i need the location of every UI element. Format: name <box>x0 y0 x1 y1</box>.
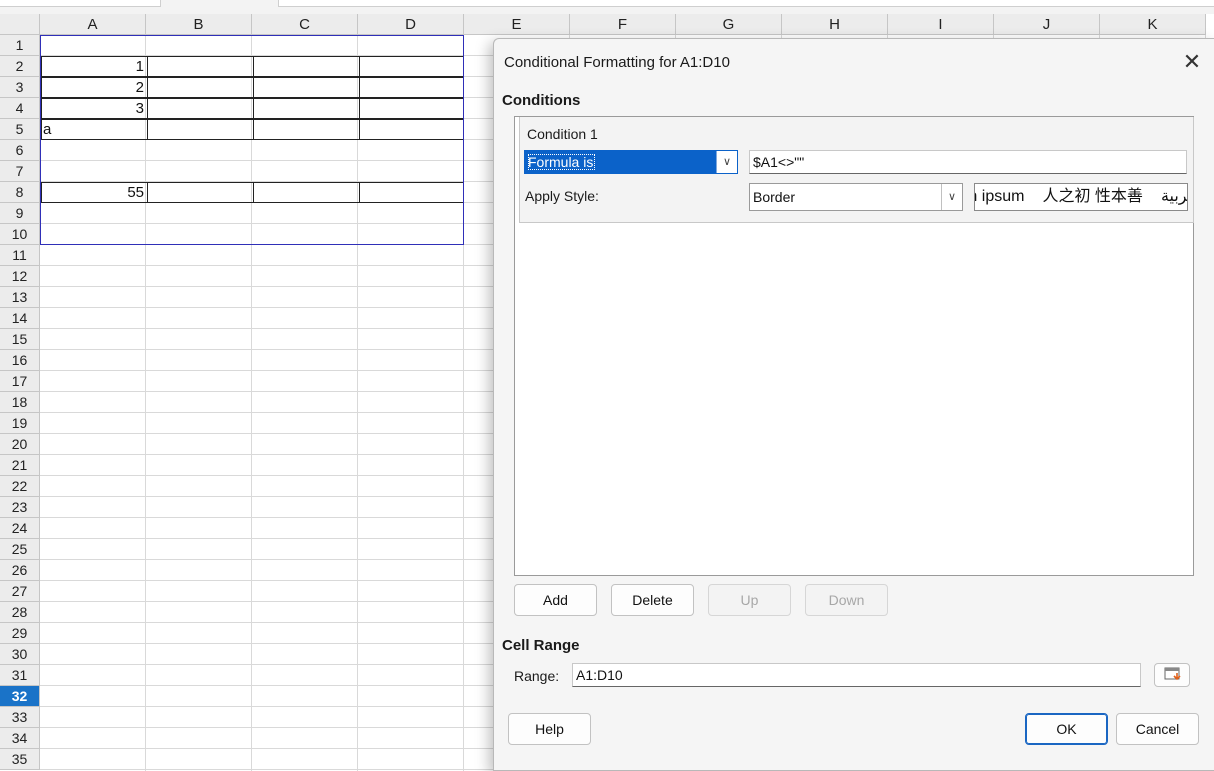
preview-cjk-text: 人之初 性本善 <box>1042 188 1143 205</box>
preview-arabic-text: العربية <box>1160 188 1188 205</box>
row-header-4[interactable]: 4 <box>0 98 40 119</box>
column-header-f[interactable]: F <box>570 14 676 35</box>
row-header-6[interactable]: 6 <box>0 140 40 161</box>
row-header-28[interactable]: 28 <box>0 602 40 623</box>
name-box[interactable] <box>0 0 161 7</box>
apply-style-value: Border <box>753 189 796 205</box>
column-header-g[interactable]: G <box>676 14 782 35</box>
row-header-35[interactable]: 35 <box>0 749 40 770</box>
condition-type-dropdown[interactable]: Formula is ∨ <box>524 150 738 174</box>
row-header-19[interactable]: 19 <box>0 413 40 434</box>
apply-style-dropdown[interactable]: Border ∨ <box>749 183 963 211</box>
chevron-down-icon[interactable]: ∨ <box>941 184 962 210</box>
formula-input-field[interactable]: $A1<>"" <box>749 150 1187 174</box>
column-header-a[interactable]: A <box>40 14 146 35</box>
column-header-i[interactable]: I <box>888 14 994 35</box>
down-button[interactable]: Down <box>805 584 888 616</box>
row-header-2[interactable]: 2 <box>0 56 40 77</box>
row-header-14[interactable]: 14 <box>0 308 40 329</box>
row-header-15[interactable]: 15 <box>0 329 40 350</box>
apply-style-label: Apply Style: <box>525 188 599 204</box>
add-button[interactable]: Add <box>514 584 597 616</box>
row-header-5[interactable]: 5 <box>0 119 40 140</box>
style-preview: Lorem ipsum 人之初 性本善 العربية <box>974 183 1188 211</box>
row-header-1[interactable]: 1 <box>0 35 40 56</box>
conditions-heading: Conditions <box>502 92 581 109</box>
range-label: Range: <box>514 668 560 684</box>
row-header-20[interactable]: 20 <box>0 434 40 455</box>
cell-range-heading: Cell Range <box>502 637 580 654</box>
row-header-10[interactable]: 10 <box>0 224 40 245</box>
shrink-icon <box>1164 667 1181 681</box>
select-all-corner[interactable] <box>0 14 40 35</box>
row-header-21[interactable]: 21 <box>0 455 40 476</box>
condition-1-block: Condition 1 Formula is ∨ $A1<>"" Apply S… <box>519 117 1194 223</box>
shrink-range-button[interactable] <box>1154 663 1190 687</box>
formula-input[interactable] <box>278 0 1214 7</box>
row-header-13[interactable]: 13 <box>0 287 40 308</box>
row-header-23[interactable]: 23 <box>0 497 40 518</box>
row-header-30[interactable]: 30 <box>0 644 40 665</box>
help-button[interactable]: Help <box>508 713 591 745</box>
column-header-b[interactable]: B <box>146 14 252 35</box>
column-header-h[interactable]: H <box>782 14 888 35</box>
column-header-k[interactable]: K <box>1100 14 1206 35</box>
preview-latin-text: Lorem ipsum <box>975 188 1025 205</box>
row-header-32[interactable]: 32 <box>0 686 40 707</box>
up-button[interactable]: Up <box>708 584 791 616</box>
column-header-c[interactable]: C <box>252 14 358 35</box>
condition-type-value: Formula is <box>528 154 596 170</box>
row-header-34[interactable]: 34 <box>0 728 40 749</box>
row-header-8[interactable]: 8 <box>0 182 40 203</box>
row-header-9[interactable]: 9 <box>0 203 40 224</box>
row-header-7[interactable]: 7 <box>0 161 40 182</box>
row-header-31[interactable]: 31 <box>0 665 40 686</box>
conditions-list[interactable]: Condition 1 Formula is ∨ $A1<>"" Apply S… <box>514 116 1194 576</box>
cancel-button[interactable]: Cancel <box>1116 713 1199 745</box>
dialog-title: Conditional Formatting for A1:D10 <box>504 54 730 71</box>
condition-1-label: Condition 1 <box>527 126 598 142</box>
column-header-e[interactable]: E <box>464 14 570 35</box>
row-header-24[interactable]: 24 <box>0 518 40 539</box>
row-header-17[interactable]: 17 <box>0 371 40 392</box>
row-header-11[interactable]: 11 <box>0 245 40 266</box>
column-header-d[interactable]: D <box>358 14 464 35</box>
conditional-formatting-dialog: Conditional Formatting for A1:D10 ✕ Cond… <box>493 38 1214 771</box>
close-icon[interactable]: ✕ <box>1180 51 1204 75</box>
row-header-16[interactable]: 16 <box>0 350 40 371</box>
cell-selection-a1-d10 <box>40 35 464 245</box>
row-header-33[interactable]: 33 <box>0 707 40 728</box>
delete-button[interactable]: Delete <box>611 584 694 616</box>
row-header-27[interactable]: 27 <box>0 581 40 602</box>
chevron-down-icon[interactable]: ∨ <box>716 151 737 173</box>
row-header-12[interactable]: 12 <box>0 266 40 287</box>
row-header-22[interactable]: 22 <box>0 476 40 497</box>
row-header-18[interactable]: 18 <box>0 392 40 413</box>
range-input[interactable]: A1:D10 <box>572 663 1141 687</box>
row-header-26[interactable]: 26 <box>0 560 40 581</box>
row-header-25[interactable]: 25 <box>0 539 40 560</box>
column-header-j[interactable]: J <box>994 14 1100 35</box>
ok-button[interactable]: OK <box>1025 713 1108 745</box>
row-header-29[interactable]: 29 <box>0 623 40 644</box>
formula-bar-strip <box>0 0 1214 14</box>
row-header-3[interactable]: 3 <box>0 77 40 98</box>
